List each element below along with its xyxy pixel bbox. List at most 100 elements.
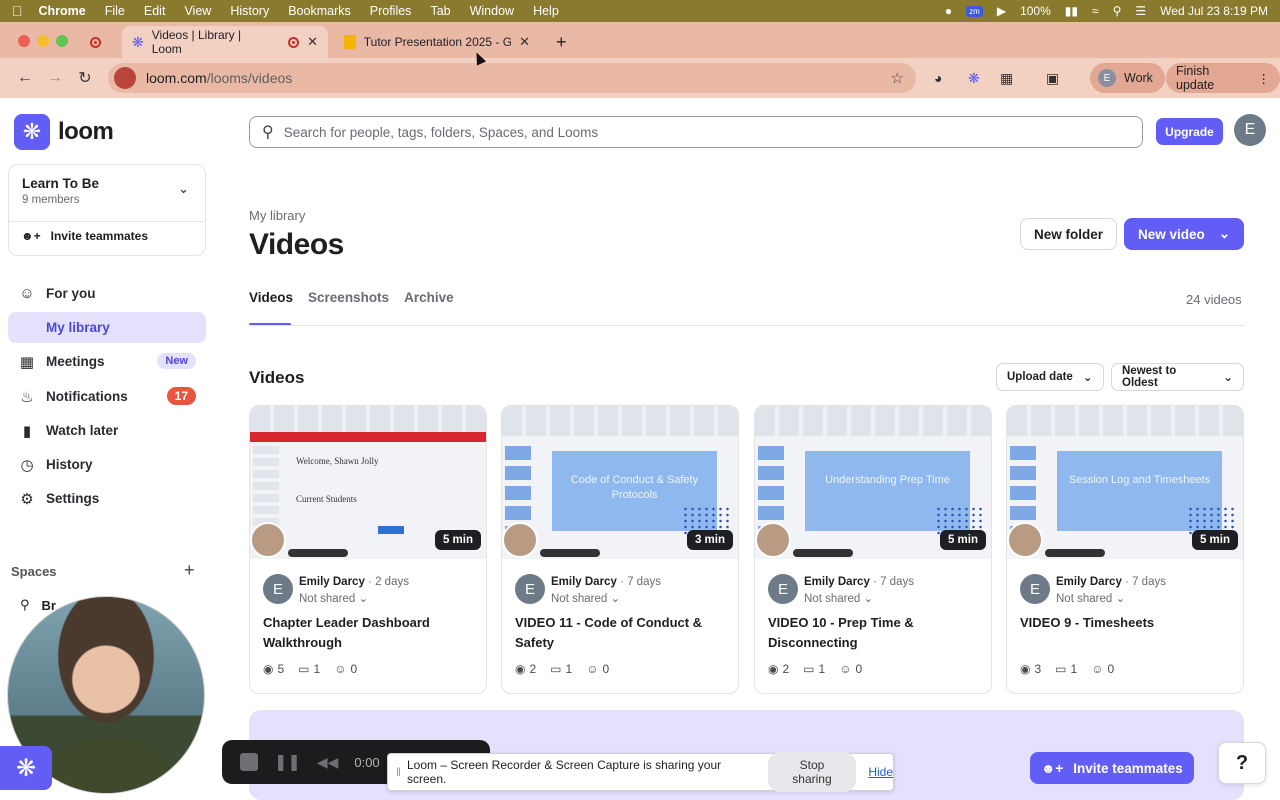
owner-name[interactable]: Emily Darcy — [299, 576, 365, 588]
invite-teammates-link[interactable]: ☻+ Invite teammates — [21, 229, 148, 243]
sidebar-item-my-library[interactable]: My library — [8, 312, 206, 343]
tab-tutor-presentation[interactable]: Tutor Presentation 2025 - Go ✕ — [334, 26, 540, 58]
reload-icon[interactable]: ↻ — [70, 68, 100, 88]
owner-avatar[interactable]: E — [768, 574, 798, 604]
control-center-icon[interactable]: ☰ — [1135, 4, 1146, 18]
video-title[interactable]: VIDEO 9 - Timesheets — [1020, 613, 1230, 633]
extensions-puzzle-icon[interactable]: ▦ — [1000, 70, 1013, 87]
user-avatar[interactable]: E — [1234, 114, 1266, 146]
share-status-dropdown[interactable]: Not shared ⌄ — [551, 591, 620, 605]
video-title[interactable]: VIDEO 11 - Code of Conduct & Safety — [515, 613, 725, 652]
video-card[interactable]: Welcome, Shawn Jolly Current Students 5 … — [249, 405, 487, 694]
restart-icon[interactable]: ◀◀ — [317, 754, 339, 771]
tab-videos[interactable]: Videos — [249, 290, 293, 305]
site-info-icon[interactable] — [114, 67, 136, 89]
extension-lens-icon[interactable]: ◕ — [934, 70, 942, 86]
sidebar-item-meetings[interactable]: ▦ Meetings New — [8, 346, 206, 377]
menu-bookmarks[interactable]: Bookmarks — [288, 4, 351, 18]
menu-history[interactable]: History — [230, 4, 269, 18]
address-bar[interactable]: loom.com/looms/videos ☆ — [108, 63, 916, 93]
invite-teammates-button[interactable]: ☻+ Invite teammates — [1030, 752, 1194, 784]
sidebar-item-watch-later[interactable]: ▮ Watch later — [8, 415, 206, 446]
new-video-button[interactable]: New video ⌄ — [1124, 218, 1244, 250]
profile-chip[interactable]: E Work — [1090, 63, 1165, 93]
video-thumbnail[interactable]: Welcome, Shawn Jolly Current Students 5 … — [250, 406, 486, 559]
owner-avatar[interactable]: E — [263, 574, 293, 604]
hide-banner-link[interactable]: Hide — [868, 765, 893, 779]
space-item[interactable]: ⚲ Br — [20, 597, 56, 613]
comment-icon: ▭ — [803, 662, 815, 676]
sort-field-select[interactable]: Upload date ⌄ — [996, 363, 1104, 391]
clock[interactable]: Wed Jul 23 8:19 PM — [1160, 4, 1268, 18]
tab-archive[interactable]: Archive — [404, 290, 454, 305]
tab-close-icon[interactable]: ✕ — [307, 34, 318, 50]
sort-order-select[interactable]: Newest to Oldest ⌄ — [1111, 363, 1244, 391]
battery-icon[interactable]: ▮▮ — [1065, 4, 1078, 18]
search-bar[interactable]: ⚲ — [249, 116, 1143, 148]
bookmark-star-icon[interactable]: ☆ — [891, 69, 904, 87]
finish-update-button[interactable]: Finish update ⋮ — [1166, 63, 1280, 93]
share-status-dropdown[interactable]: Not shared ⌄ — [299, 591, 368, 605]
video-thumbnail[interactable]: Session Log and Timesheets 5 min — [1007, 406, 1243, 559]
menu-app-chrome[interactable]: Chrome — [39, 4, 86, 18]
recording-indicator[interactable] — [86, 26, 105, 58]
stop-recording-button[interactable] — [240, 753, 258, 771]
video-card[interactable]: Session Log and Timesheets 5 min E Emily… — [1006, 405, 1244, 694]
owner-name[interactable]: Emily Darcy — [1056, 576, 1122, 588]
loom-logo[interactable]: ❋ loom — [14, 114, 114, 150]
zoom-window-button[interactable] — [56, 35, 68, 47]
drag-handle-icon[interactable]: ‖ — [396, 765, 401, 779]
new-folder-button[interactable]: New folder — [1020, 218, 1117, 250]
loom-recorder-icon[interactable]: ❋ — [0, 746, 52, 790]
video-thumbnail[interactable]: Understanding Prep Time 5 min — [755, 406, 991, 559]
menu-help[interactable]: Help — [533, 4, 559, 18]
video-title[interactable]: Chapter Leader Dashboard Walkthrough — [263, 613, 473, 652]
forward-arrow-icon[interactable]: → — [40, 69, 70, 87]
chevron-down-icon[interactable]: ⌄ — [1219, 226, 1230, 242]
menu-tab[interactable]: Tab — [430, 4, 450, 18]
share-status-dropdown[interactable]: Not shared ⌄ — [1056, 591, 1125, 605]
owner-avatar[interactable]: E — [515, 574, 545, 604]
video-card[interactable]: Understanding Prep Time 5 min E Emily Da… — [754, 405, 992, 694]
play-icon[interactable]: ▶ — [997, 4, 1006, 18]
sidebar-item-settings[interactable]: ⚙ Settings — [8, 483, 206, 514]
wifi-icon[interactable]: ≈ — [1092, 4, 1099, 18]
menu-edit[interactable]: Edit — [144, 4, 166, 18]
owner-name[interactable]: Emily Darcy — [804, 576, 870, 588]
sidebar-item-notifications[interactable]: ♨ Notifications 17 — [8, 381, 206, 412]
close-window-button[interactable] — [18, 35, 30, 47]
mic-icon[interactable]: ● — [945, 4, 952, 18]
stop-sharing-button[interactable]: Stop sharing — [767, 752, 857, 792]
share-status-dropdown[interactable]: Not shared ⌄ — [804, 591, 873, 605]
breadcrumb[interactable]: My library — [249, 208, 305, 223]
search-input[interactable] — [283, 124, 1104, 140]
add-space-button[interactable]: + — [184, 560, 195, 581]
help-button[interactable]: ? — [1218, 742, 1266, 784]
pause-icon[interactable]: ❚❚ — [274, 752, 301, 772]
menu-file[interactable]: File — [105, 4, 125, 18]
kebab-menu-icon[interactable]: ⋮ — [1258, 71, 1271, 86]
apple-icon[interactable]:  — [12, 3, 23, 19]
owner-name[interactable]: Emily Darcy — [551, 576, 617, 588]
tab-loom-videos[interactable]: ❋ Videos | Library | Loom ✕ — [122, 26, 328, 58]
back-arrow-icon[interactable]: ← — [10, 69, 40, 87]
spotlight-icon[interactable]: ⚲ — [1113, 4, 1122, 18]
menu-view[interactable]: View — [184, 4, 211, 18]
tab-screenshots[interactable]: Screenshots — [308, 290, 389, 305]
tab-search-icon[interactable]: ▣ — [1046, 70, 1059, 87]
tab-close-icon[interactable]: ✕ — [519, 34, 530, 50]
video-thumbnail[interactable]: Code of Conduct & Safety Protocols 3 min — [502, 406, 738, 559]
new-tab-button[interactable]: + — [546, 26, 577, 58]
menu-window[interactable]: Window — [470, 4, 514, 18]
video-title[interactable]: VIDEO 10 - Prep Time & Disconnecting — [768, 613, 978, 652]
minimize-window-button[interactable] — [37, 35, 49, 47]
chevron-down-icon[interactable]: ⌄ — [178, 181, 189, 197]
upgrade-button[interactable]: Upgrade — [1156, 118, 1223, 145]
sidebar-item-for-you[interactable]: ☺ For you — [8, 278, 206, 309]
owner-avatar[interactable]: E — [1020, 574, 1050, 604]
video-card[interactable]: Code of Conduct & Safety Protocols 3 min… — [501, 405, 739, 694]
extension-loom-icon[interactable]: ❋ — [968, 70, 980, 87]
zoom-icon[interactable]: zm — [966, 5, 983, 17]
sidebar-item-history[interactable]: ◷ History — [8, 449, 206, 480]
menu-profiles[interactable]: Profiles — [370, 4, 412, 18]
